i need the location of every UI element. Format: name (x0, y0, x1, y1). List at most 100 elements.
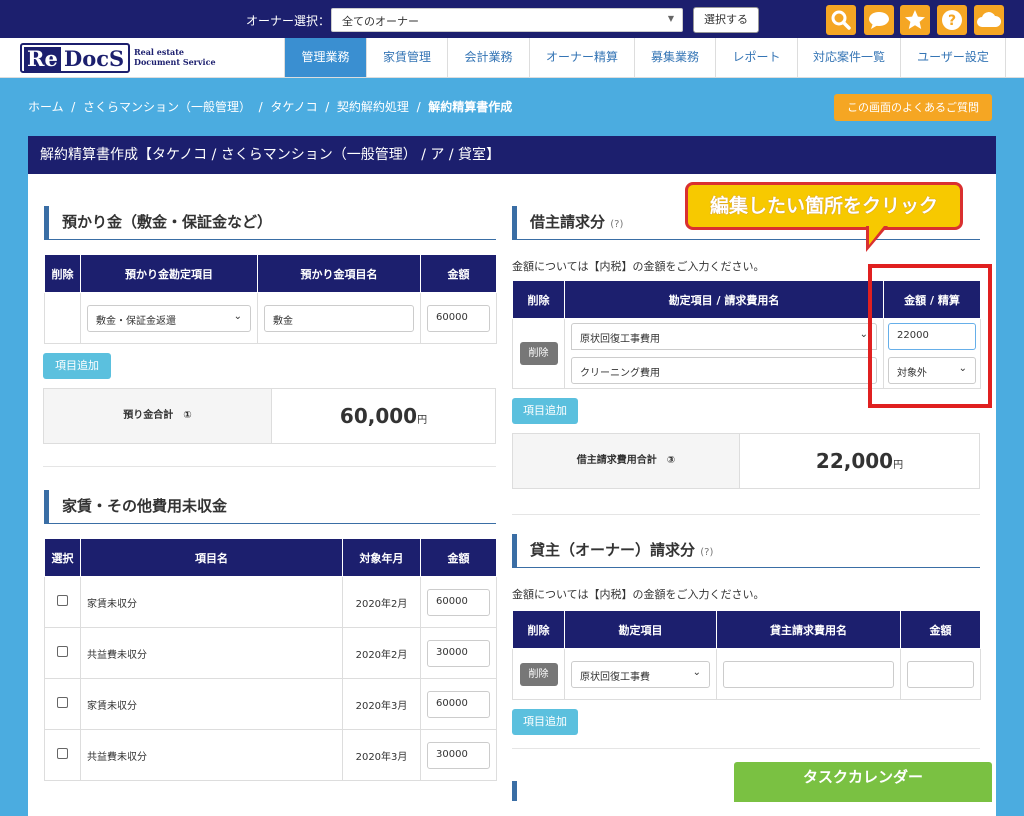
tenant-sum-unit: 円 (893, 460, 904, 471)
breadcrumb-contract[interactable]: 契約解約処理 (337, 100, 409, 114)
tenant-delete-button[interactable]: 削除 (519, 342, 558, 365)
tenant-item-name-input[interactable]: クリーニング費用 (571, 357, 877, 384)
landlord-title-text: 貸主（オーナー）請求分 (530, 541, 696, 559)
col-header: 選択 (44, 538, 81, 577)
chevron-down-icon: ⌄ (692, 666, 701, 678)
logo-docs-text: DocS (64, 46, 125, 71)
owner-select-button[interactable]: 選択する (693, 7, 759, 33)
tenant-note: 金額については【内税】の金額をご入力ください。 (512, 260, 765, 273)
nav-item-report[interactable]: レポート (715, 38, 797, 77)
landlord-name-input[interactable] (723, 660, 894, 688)
row-checkbox[interactable] (57, 748, 68, 759)
deposit-account-select[interactable]: 敷金・保証金返還 ⌄ (87, 304, 251, 332)
breadcrumb-sep: / (71, 100, 76, 114)
table-row: 敷金・保証金返還 ⌄ 敷金 60000 (44, 292, 497, 344)
month-cell: 2020年2月 (342, 576, 421, 628)
search-icon[interactable] (826, 5, 856, 35)
landlord-help-link[interactable]: (?) (700, 547, 713, 558)
deposit-section-title: 預かり金（敷金・保証金など） (44, 206, 496, 240)
faq-button[interactable]: この画面のよくあるご質問 (834, 94, 992, 121)
item-name-cell: 家賃未収分 (80, 576, 343, 628)
task-calendar-button[interactable]: タスクカレンダー (734, 762, 992, 802)
landlord-add-item-button[interactable]: 項目追加 (512, 709, 578, 735)
landlord-account-value: 原状回復工事費 (580, 671, 650, 683)
deposit-name-input[interactable]: 敷金 (264, 304, 414, 332)
amount-cell: 30000 (420, 729, 497, 781)
amount-cell: 60000 (420, 678, 497, 730)
deposit-table: 削除 預かり金勘定項目 預かり金項目名 金額 敷金・保証金返還 ⌄ 敷金 6000… (44, 254, 497, 344)
arrears-table: 選択 項目名 対象年月 金額 家賃未収分 2020年2月 60000 共益費未収… (44, 538, 497, 781)
logo-mark: Re DocS (20, 43, 130, 73)
nav-item-owner-settlement[interactable]: オーナー精算 (529, 38, 634, 77)
callout-bubble: 編集したい箇所をクリック (685, 182, 963, 230)
landlord-delete-button[interactable]: 削除 (519, 662, 558, 686)
landlord-account-select[interactable]: 原状回復工事費 ⌄ (571, 660, 710, 688)
col-header: 項目名 (80, 538, 343, 577)
owner-select-value: 全てのオーナー (342, 15, 419, 28)
amount-cell: 60000 (420, 292, 497, 344)
nav-item-accounting[interactable]: 会計業務 (447, 38, 529, 77)
col-header: 貸主請求費用名 (716, 610, 901, 649)
amount-cell: 60000 (420, 576, 497, 628)
logo-subtitle-line2: Document Service (134, 57, 216, 67)
arrears-section-title: 家賃・その他費用未収金 (44, 490, 496, 524)
logo-re-text: Re (24, 47, 61, 71)
col-header: 金額 (900, 610, 981, 649)
logo-subtitle-line1: Real estate (134, 47, 185, 57)
nav-item-rent[interactable]: 家賃管理 (366, 38, 447, 77)
deposit-amount-input[interactable]: 60000 (427, 304, 490, 332)
deposit-sum-number: 60,000 (339, 404, 418, 428)
tenant-sum-box: 借主請求費用合計 ③ 22,000円 (512, 433, 980, 489)
breadcrumb-property[interactable]: さくらマンション（一般管理） (83, 100, 251, 114)
table-row: 家賃未収分 2020年3月 60000 (44, 678, 497, 730)
breadcrumb: ホーム / さくらマンション（一般管理） / タケノコ / 契約解約処理 / 解… (28, 98, 512, 115)
tenant-add-item-button[interactable]: 項目追加 (512, 398, 578, 424)
month-cell: 2020年3月 (342, 678, 421, 730)
arrears-amount-input[interactable]: 30000 (427, 639, 490, 667)
tenant-sum-value: 22,000円 (739, 434, 979, 488)
chevron-down-icon: ⌄ (233, 310, 242, 322)
row-checkbox[interactable] (57, 697, 68, 708)
owner-select[interactable]: 全てのオーナー ▼ (331, 8, 683, 32)
help-icon[interactable]: ? (937, 5, 967, 35)
star-icon[interactable] (900, 5, 930, 35)
delete-cell (44, 292, 81, 344)
month-cell: 2020年2月 (342, 627, 421, 679)
tenant-sum-number: 22,000 (815, 449, 894, 473)
account-cell: 原状回復工事費 ⌄ (564, 648, 717, 700)
svg-text:?: ? (948, 13, 956, 29)
arrears-amount-input[interactable]: 60000 (427, 690, 490, 718)
next-section-marker (512, 781, 517, 801)
row-checkbox[interactable] (57, 595, 68, 606)
nav-item-management[interactable]: 管理業務 (284, 38, 366, 77)
nav-item-cases[interactable]: 対応案件一覧 (797, 38, 900, 77)
chat-icon[interactable] (864, 5, 894, 35)
arrears-amount-input[interactable]: 60000 (427, 588, 490, 616)
tenant-help-link[interactable]: (?) (610, 219, 623, 230)
cloud-icon[interactable] (974, 5, 1004, 35)
tenant-account-select[interactable]: 原状回復工事費用 ⌄ (571, 323, 877, 350)
nav-item-recruitment[interactable]: 募集業務 (634, 38, 715, 77)
table-row: 削除 原状回復工事費 ⌄ (512, 648, 981, 700)
redocs-logo[interactable]: Re DocS Real estate Document Service (20, 43, 216, 75)
chevron-down-icon: ⌄ (859, 329, 868, 340)
month-cell: 2020年3月 (342, 729, 421, 781)
arrears-amount-input[interactable]: 30000 (427, 741, 490, 769)
breadcrumb-sep: / (416, 100, 421, 114)
select-cell (44, 729, 81, 781)
col-header: 預かり金勘定項目 (80, 254, 258, 293)
breadcrumb-current: 解約精算書作成 (428, 100, 513, 114)
arrears-title-text: 家賃・その他費用未収金 (62, 497, 228, 515)
breadcrumb-home[interactable]: ホーム (28, 100, 64, 114)
row-checkbox[interactable] (57, 646, 68, 657)
breadcrumb-sep: / (258, 100, 263, 114)
item-name-cell: 家賃未収分 (80, 678, 343, 730)
landlord-amount-input[interactable] (907, 660, 974, 688)
page-title: 解約精算書作成【タケノコ / さくらマンション（一般管理） / ア / 貸室】 (28, 136, 996, 174)
table-row: 共益費未収分 2020年3月 30000 (44, 729, 497, 781)
breadcrumb-tenant[interactable]: タケノコ (270, 100, 317, 114)
amount-cell: 30000 (420, 627, 497, 679)
deposit-sum-unit: 円 (417, 415, 428, 426)
deposit-add-item-button[interactable]: 項目追加 (43, 353, 111, 379)
nav-item-user-settings[interactable]: ユーザー設定 (900, 38, 1006, 77)
